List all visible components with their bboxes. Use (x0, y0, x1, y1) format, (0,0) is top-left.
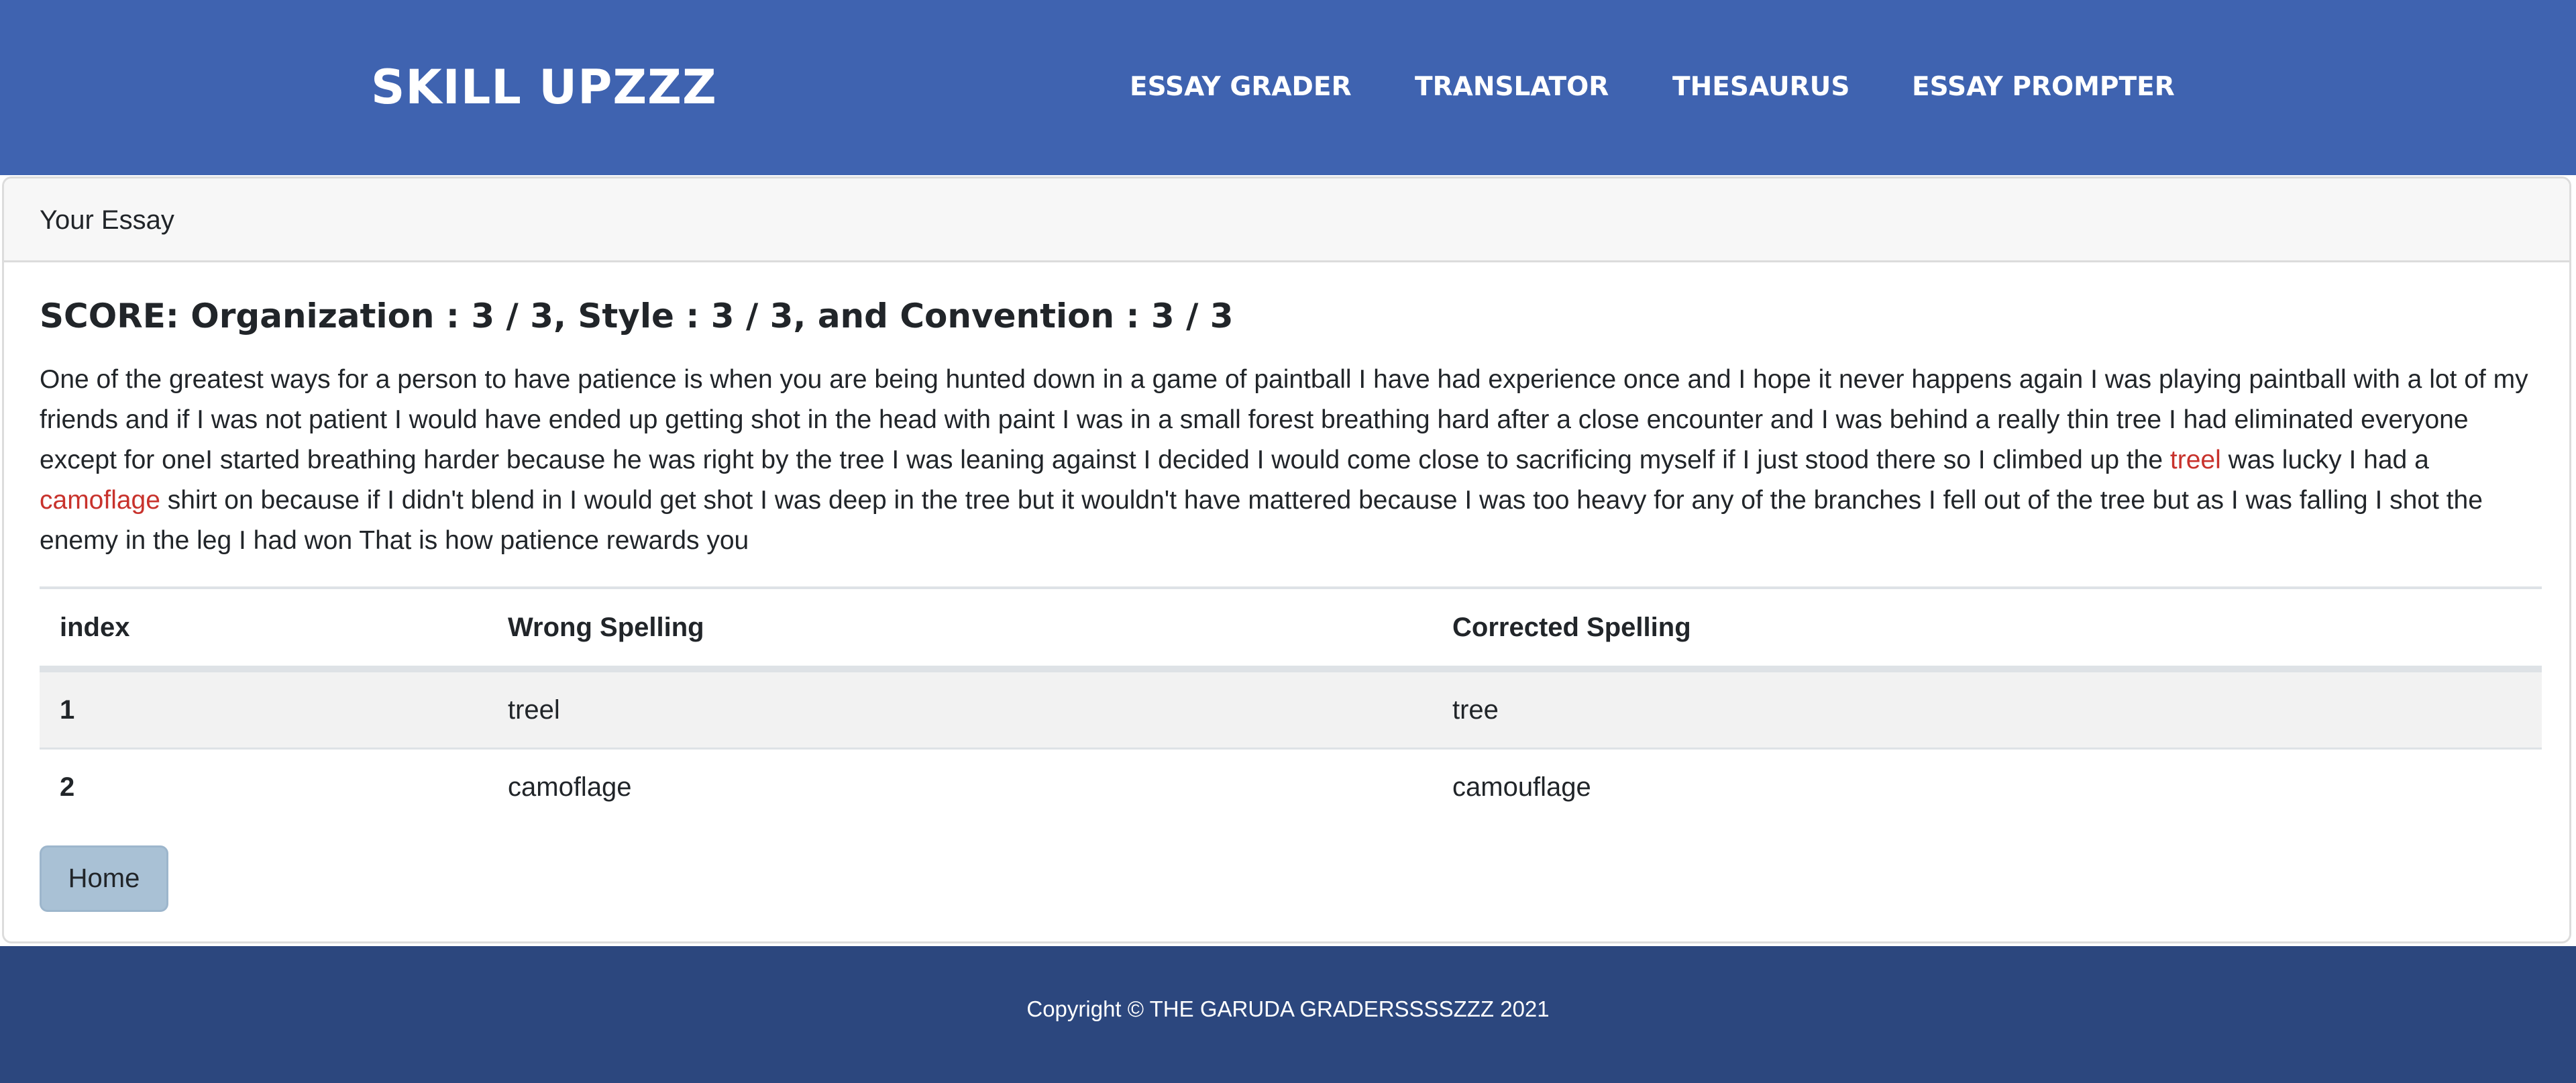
essay-text: One of the greatest ways for a person to… (40, 360, 2542, 561)
table-row: 2 camoflage camouflage (40, 749, 2542, 825)
essay-text-part: was lucky I had a (2220, 446, 2429, 474)
footer: Copyright © THE GARUDA GRADERSSSSZZZ 202… (0, 946, 2576, 1083)
navbar: SKILL UPZZZ ESSAY GRADER TRANSLATOR THES… (0, 0, 2576, 175)
nav-link-essay-prompter[interactable]: ESSAY PROMPTER (1912, 71, 2175, 103)
table-header-row: index Wrong Spelling Corrected Spelling (40, 586, 2542, 672)
corrected-spelling-cell: tree (1432, 669, 2542, 750)
row-index: 2 (60, 772, 75, 802)
brand-logo[interactable]: SKILL UPZZZ (371, 60, 717, 114)
wrong-spelling-cell: treel (488, 669, 1432, 750)
home-button[interactable]: Home (40, 845, 168, 912)
nav-link-essay-grader[interactable]: ESSAY GRADER (1130, 71, 1352, 103)
table-row: 1 treel tree (40, 669, 2542, 750)
essay-card: Your Essay SCORE: Organization : 3 / 3, … (2, 176, 2571, 943)
nav-link-thesaurus[interactable]: THESAURUS (1672, 71, 1849, 103)
essay-text-part: One of the greatest ways for a person to… (40, 365, 2528, 474)
misspelled-word: camoflage (40, 486, 160, 515)
corrected-spelling-cell: camouflage (1452, 772, 1591, 802)
nav-link-translator[interactable]: TRANSLATOR (1415, 71, 1609, 103)
card-header-title: Your Essay (40, 205, 174, 235)
misspelled-word: treel (2169, 446, 2221, 474)
score-heading: SCORE: Organization : 3 / 3, Style : 3 /… (40, 297, 1234, 336)
column-header-corrected-spelling: Corrected Spelling (1432, 586, 2542, 672)
spelling-table: index Wrong Spelling Corrected Spelling … (40, 586, 2542, 825)
essay-text-part: shirt on because if I didn't blend in I … (40, 486, 2483, 555)
wrong-spelling-cell: camoflage (508, 772, 632, 802)
footer-copyright: Copyright © THE GARUDA GRADERSSSSZZZ 202… (1026, 996, 1550, 1021)
column-header-wrong-spelling: Wrong Spelling (488, 586, 1432, 672)
row-index: 1 (40, 669, 488, 750)
card-header: Your Essay (4, 178, 2569, 262)
column-header-index: index (40, 586, 488, 672)
